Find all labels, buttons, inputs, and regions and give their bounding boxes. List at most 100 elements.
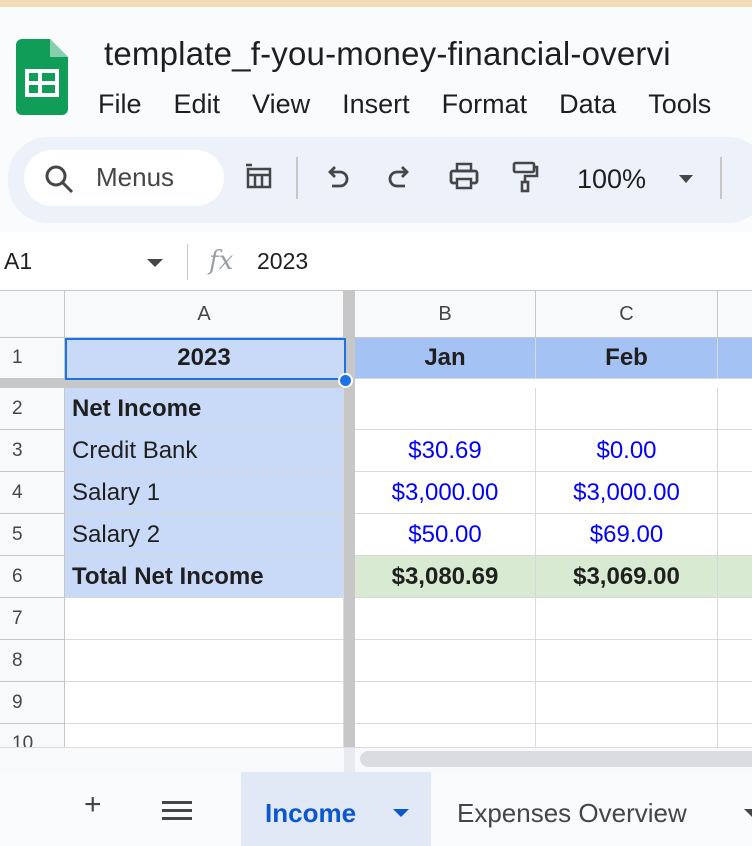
sheet-tab-bar: + Income Expenses Overview: [0, 772, 752, 846]
search-icon: [45, 165, 74, 194]
cell-b6[interactable]: $3,080.69: [355, 556, 536, 598]
menu-tools[interactable]: Tools: [632, 89, 727, 120]
cell-d4[interactable]: [718, 472, 752, 514]
toolbar: Menus 100%: [8, 137, 752, 223]
formula-input[interactable]: 2023: [257, 248, 308, 275]
cell-b4[interactable]: $3,000.00: [355, 472, 536, 514]
column-header-b[interactable]: B: [355, 291, 536, 338]
cell-b1[interactable]: Jan: [355, 338, 536, 379]
redo-icon[interactable]: [385, 161, 415, 191]
title-bar: template_f-you-money-financial-overvi Fi…: [0, 7, 752, 135]
column-header-d[interactable]: [718, 291, 752, 338]
cell-d1[interactable]: [718, 338, 752, 379]
undo-icon[interactable]: [322, 161, 352, 191]
cell-c2[interactable]: [536, 388, 718, 430]
row-header[interactable]: 3: [0, 430, 65, 472]
menu-edit[interactable]: Edit: [158, 89, 237, 120]
scrollbar-frozen-divider: [344, 748, 355, 772]
row-header[interactable]: 2: [0, 388, 65, 430]
menu-insert[interactable]: Insert: [326, 89, 426, 120]
paint-format-icon[interactable]: [510, 161, 540, 193]
cell-b5[interactable]: $50.00: [355, 514, 536, 556]
cell-b2[interactable]: [355, 388, 536, 430]
menu-data[interactable]: Data: [543, 89, 632, 120]
window-top-strip: [0, 0, 752, 7]
formula-bar: A1 fx 2023: [0, 232, 752, 291]
cell-c8[interactable]: [536, 640, 718, 682]
document-title[interactable]: template_f-you-money-financial-overvi: [104, 35, 671, 73]
row-header[interactable]: 10: [0, 724, 65, 747]
cell-d9[interactable]: [718, 682, 752, 724]
formula-bar-divider: [187, 244, 188, 280]
cell-c3[interactable]: $0.00: [536, 430, 718, 472]
column-header-c[interactable]: C: [536, 291, 718, 338]
sheet-tab-expenses-overview[interactable]: Expenses Overview: [457, 798, 687, 829]
cell-b9[interactable]: [355, 682, 536, 724]
frozen-row-divider[interactable]: [0, 379, 355, 388]
sheets-logo-icon[interactable]: [16, 39, 68, 115]
cell-a8[interactable]: [65, 640, 344, 682]
cell-b3[interactable]: $30.69: [355, 430, 536, 472]
menu-search-box[interactable]: Menus: [24, 150, 224, 206]
menu-view[interactable]: View: [236, 89, 326, 120]
toolbar-divider: [720, 157, 722, 199]
row-header[interactable]: 8: [0, 640, 65, 682]
add-sheet-button[interactable]: +: [84, 788, 102, 822]
sheet-tab-income-label: Income: [265, 798, 357, 828]
zoom-select[interactable]: 100%: [577, 164, 646, 195]
cell-b10[interactable]: [355, 724, 536, 747]
row-header[interactable]: 5: [0, 514, 65, 556]
cell-d8[interactable]: [718, 640, 752, 682]
scrollbar-thumb[interactable]: [360, 751, 752, 767]
print-icon[interactable]: [448, 161, 480, 191]
name-box-dropdown-icon[interactable]: [147, 259, 163, 267]
menu-bar: File Edit View Insert Format Data Tools: [82, 89, 727, 120]
cell-c10[interactable]: [536, 724, 718, 747]
spreadsheet-grid[interactable]: A B C 1 2 3 4 5 6 7 8 9 10 2023 Jan Feb …: [0, 291, 752, 747]
cell-a10[interactable]: [65, 724, 344, 747]
zoom-dropdown-icon[interactable]: [679, 175, 693, 183]
menu-search-label: Menus: [96, 162, 175, 192]
sheet-tab-dropdown-icon[interactable]: [393, 809, 409, 817]
column-header-a[interactable]: A: [65, 291, 344, 338]
function-icon: fx: [209, 246, 234, 276]
cell-a5[interactable]: Salary 2: [65, 514, 344, 556]
cell-d7[interactable]: [718, 598, 752, 640]
select-all-corner[interactable]: [0, 291, 65, 338]
row-header[interactable]: 4: [0, 472, 65, 514]
cell-a9[interactable]: [65, 682, 344, 724]
cell-c1[interactable]: Feb: [536, 338, 718, 379]
cell-c9[interactable]: [536, 682, 718, 724]
cell-a6[interactable]: Total Net Income: [65, 556, 344, 598]
row-header[interactable]: 1: [0, 338, 65, 379]
cell-c7[interactable]: [536, 598, 718, 640]
menu-file[interactable]: File: [82, 89, 158, 120]
horizontal-scrollbar[interactable]: [0, 747, 752, 772]
row-header[interactable]: 6: [0, 556, 65, 598]
row-header[interactable]: 9: [0, 682, 65, 724]
cell-d10[interactable]: [718, 724, 752, 747]
fill-handle[interactable]: [338, 373, 353, 388]
cell-b8[interactable]: [355, 640, 536, 682]
all-sheets-menu-icon[interactable]: [162, 801, 192, 825]
cell-d6[interactable]: [718, 556, 752, 598]
cell-c5[interactable]: $69.00: [536, 514, 718, 556]
cell-a7[interactable]: [65, 598, 344, 640]
cell-d5[interactable]: [718, 514, 752, 556]
sheet-tab-dropdown-icon[interactable]: [744, 809, 752, 817]
name-box[interactable]: A1: [4, 248, 32, 275]
cell-c6[interactable]: $3,069.00: [536, 556, 718, 598]
toolbar-divider: [296, 157, 298, 199]
insert-table-icon[interactable]: [244, 161, 274, 191]
cell-c4[interactable]: $3,000.00: [536, 472, 718, 514]
cell-a3[interactable]: Credit Bank: [65, 430, 344, 472]
cell-d2[interactable]: [718, 388, 752, 430]
cell-a2[interactable]: Net Income: [65, 388, 344, 430]
cell-a4[interactable]: Salary 1: [65, 472, 344, 514]
menu-format[interactable]: Format: [426, 89, 544, 120]
row-header[interactable]: 7: [0, 598, 65, 640]
selected-cell-outline: [65, 338, 346, 380]
sheet-tab-income[interactable]: Income: [241, 772, 431, 846]
cell-b7[interactable]: [355, 598, 536, 640]
cell-d3[interactable]: [718, 430, 752, 472]
